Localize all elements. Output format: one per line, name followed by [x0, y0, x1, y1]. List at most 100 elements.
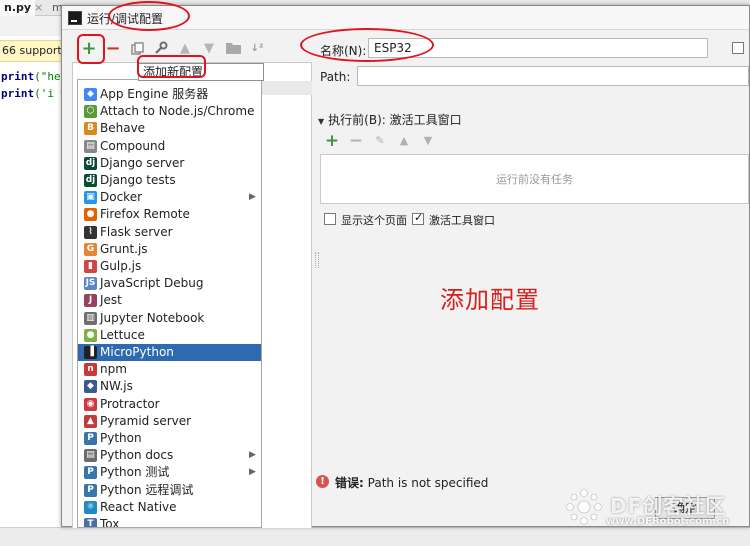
menu-item[interactable]: B Behave [78, 120, 261, 137]
docker-icon: ▣ [84, 191, 97, 205]
menu-item[interactable]: ● Firefox Remote [78, 206, 261, 223]
menu-item-label: React Native [100, 499, 177, 514]
move-down-button[interactable]: ▼ [200, 39, 218, 57]
menu-item[interactable]: P Python [78, 430, 261, 447]
sort-button[interactable]: ↓² [248, 39, 266, 57]
menu-item[interactable]: ● Lettuce [78, 327, 261, 344]
menu-item-label: npm [100, 362, 127, 377]
menu-item[interactable]: ▤ Python docs ▶ [78, 447, 261, 464]
menu-item[interactable]: ⌇ Flask server [78, 224, 261, 241]
folder-button[interactable] [224, 39, 242, 57]
python-remote-icon: P [84, 483, 97, 497]
python-docs-icon: ▤ [84, 449, 97, 463]
menu-item[interactable]: ▣ Docker ▶ [78, 189, 261, 206]
jest-icon: J [84, 294, 97, 308]
activate-window-checkbox[interactable] [412, 211, 424, 225]
python-tests-icon: P [84, 466, 97, 480]
move-task-up-icon[interactable]: ▲ [396, 133, 412, 149]
django-tests-icon: dj [84, 174, 97, 187]
menu-item-label: Python [100, 431, 142, 445]
annotation-tooltip-outline [137, 55, 206, 78]
menu-item-label: Jest [100, 293, 122, 308]
menu-item[interactable]: ▐ MicroPython [78, 344, 261, 361]
menu-item-label: Grunt.js [100, 241, 148, 256]
before-launch-header[interactable]: ▼ 执行前(B): 激活工具窗口 [318, 111, 462, 128]
firefox-icon: ● [84, 208, 97, 222]
menu-item-label: Jupyter Notebook [100, 310, 205, 325]
nodejs-icon: ⬡ [84, 105, 97, 119]
share-checkbox[interactable] [732, 42, 744, 54]
activate-window-label: 激活工具窗口 [429, 214, 495, 227]
menu-item[interactable]: ▲ Pyramid server [78, 413, 261, 430]
django-icon: dj [84, 156, 97, 170]
move-task-down-icon[interactable]: ▼ [420, 133, 436, 149]
show-page-checkbox[interactable] [324, 213, 336, 225]
javascript-debug-icon: JS [84, 277, 97, 291]
menu-item[interactable]: JS JavaScript Debug [78, 275, 261, 292]
menu-item[interactable]: n npm [78, 361, 261, 378]
menu-item-label: Gulp.js [100, 259, 142, 273]
annotation-add-button-outline [77, 34, 105, 64]
path-label: Path: [320, 70, 351, 84]
menu-item[interactable]: dj Django server [78, 155, 261, 172]
react-icon: ⚛ [84, 500, 97, 514]
menu-item[interactable]: ◉ Protractor [78, 396, 261, 413]
nwjs-icon: ◆ [84, 380, 97, 394]
task-toolbar: + − ✎ ▲ ▼ [324, 133, 464, 151]
error-prefix: 错误: [335, 476, 364, 490]
menu-item-label: MicroPython [100, 345, 174, 359]
menu-item-label: Compound [100, 138, 166, 153]
tox-icon: T [84, 518, 97, 527]
dfrobot-logo-icon [566, 489, 602, 525]
path-field[interactable] [357, 66, 749, 86]
menu-item[interactable]: P Python 测试 ▶ [78, 464, 261, 481]
remove-config-button[interactable]: − [104, 38, 122, 59]
gulp-icon: ▮ [84, 260, 97, 273]
menu-item-label: Protractor [100, 396, 160, 411]
menu-item[interactable]: T Tox [78, 516, 261, 528]
before-launch-task-list[interactable]: 运行前没有任务 [320, 154, 749, 204]
remove-task-button[interactable]: − [348, 133, 364, 150]
collapse-triangle-icon: ▼ [318, 117, 325, 126]
menu-item-label: Pyramid server [100, 413, 192, 428]
edit-task-pencil-icon[interactable]: ✎ [372, 133, 388, 149]
menu-item[interactable]: ▥ Jupyter Notebook [78, 310, 261, 327]
annotation-name-outline [300, 28, 434, 62]
python-icon: P [84, 432, 97, 445]
npm-icon: n [84, 363, 97, 377]
close-tab-icon[interactable]: × [30, 0, 47, 16]
menu-item[interactable]: ◆ App Engine 服务器 [78, 86, 261, 103]
menu-item-label: Tox [100, 517, 120, 528]
menu-item-label: NW.js [100, 379, 133, 394]
menu-item[interactable]: ◆ NW.js [78, 378, 261, 395]
menu-item[interactable]: ▮ Gulp.js [78, 258, 261, 275]
add-task-button[interactable]: + [324, 133, 340, 150]
menu-item[interactable]: J Jest [78, 292, 261, 309]
tree-row-highlight [262, 81, 312, 95]
submenu-arrow-icon: ▶ [249, 450, 256, 461]
submenu-arrow-icon: ▶ [249, 192, 256, 203]
submenu-arrow-icon: ▶ [249, 467, 256, 478]
menu-item[interactable]: ▤ Compound [78, 138, 261, 155]
wrench-icon [155, 41, 168, 54]
menu-item[interactable]: ⬡ Attach to Node.js/Chrome [78, 103, 261, 120]
menu-item[interactable]: ⚛ React Native [78, 499, 261, 516]
annotation-title-outline [108, 1, 190, 31]
menu-item-label: Python 测试 [100, 465, 170, 480]
pyramid-icon: ▲ [84, 414, 97, 428]
code-line-1: print("hel [1, 70, 62, 83]
flask-icon: ⌇ [84, 225, 97, 239]
menu-item-label: Docker [100, 190, 143, 205]
code-editor[interactable] [0, 36, 62, 546]
watermark-text: DF创客社区 [610, 494, 727, 518]
no-tasks-text: 运行前没有任务 [496, 173, 573, 186]
pycharm-icon [68, 11, 82, 25]
menu-item[interactable]: dj Django tests [78, 172, 261, 189]
copy-icon [130, 41, 144, 55]
config-detail-pane: 名称(N): ESP32 Path: ▼ 执行前(B): 激活工具窗口 + − ✎… [310, 32, 749, 528]
menu-item-label: Flask server [100, 224, 173, 239]
watermark-url: www.DFRobot.com.cn [606, 516, 730, 527]
menu-item[interactable]: G Grunt.js [78, 241, 261, 258]
menu-item[interactable]: P Python 远程调试 [78, 482, 261, 499]
compound-icon: ▤ [84, 139, 97, 153]
